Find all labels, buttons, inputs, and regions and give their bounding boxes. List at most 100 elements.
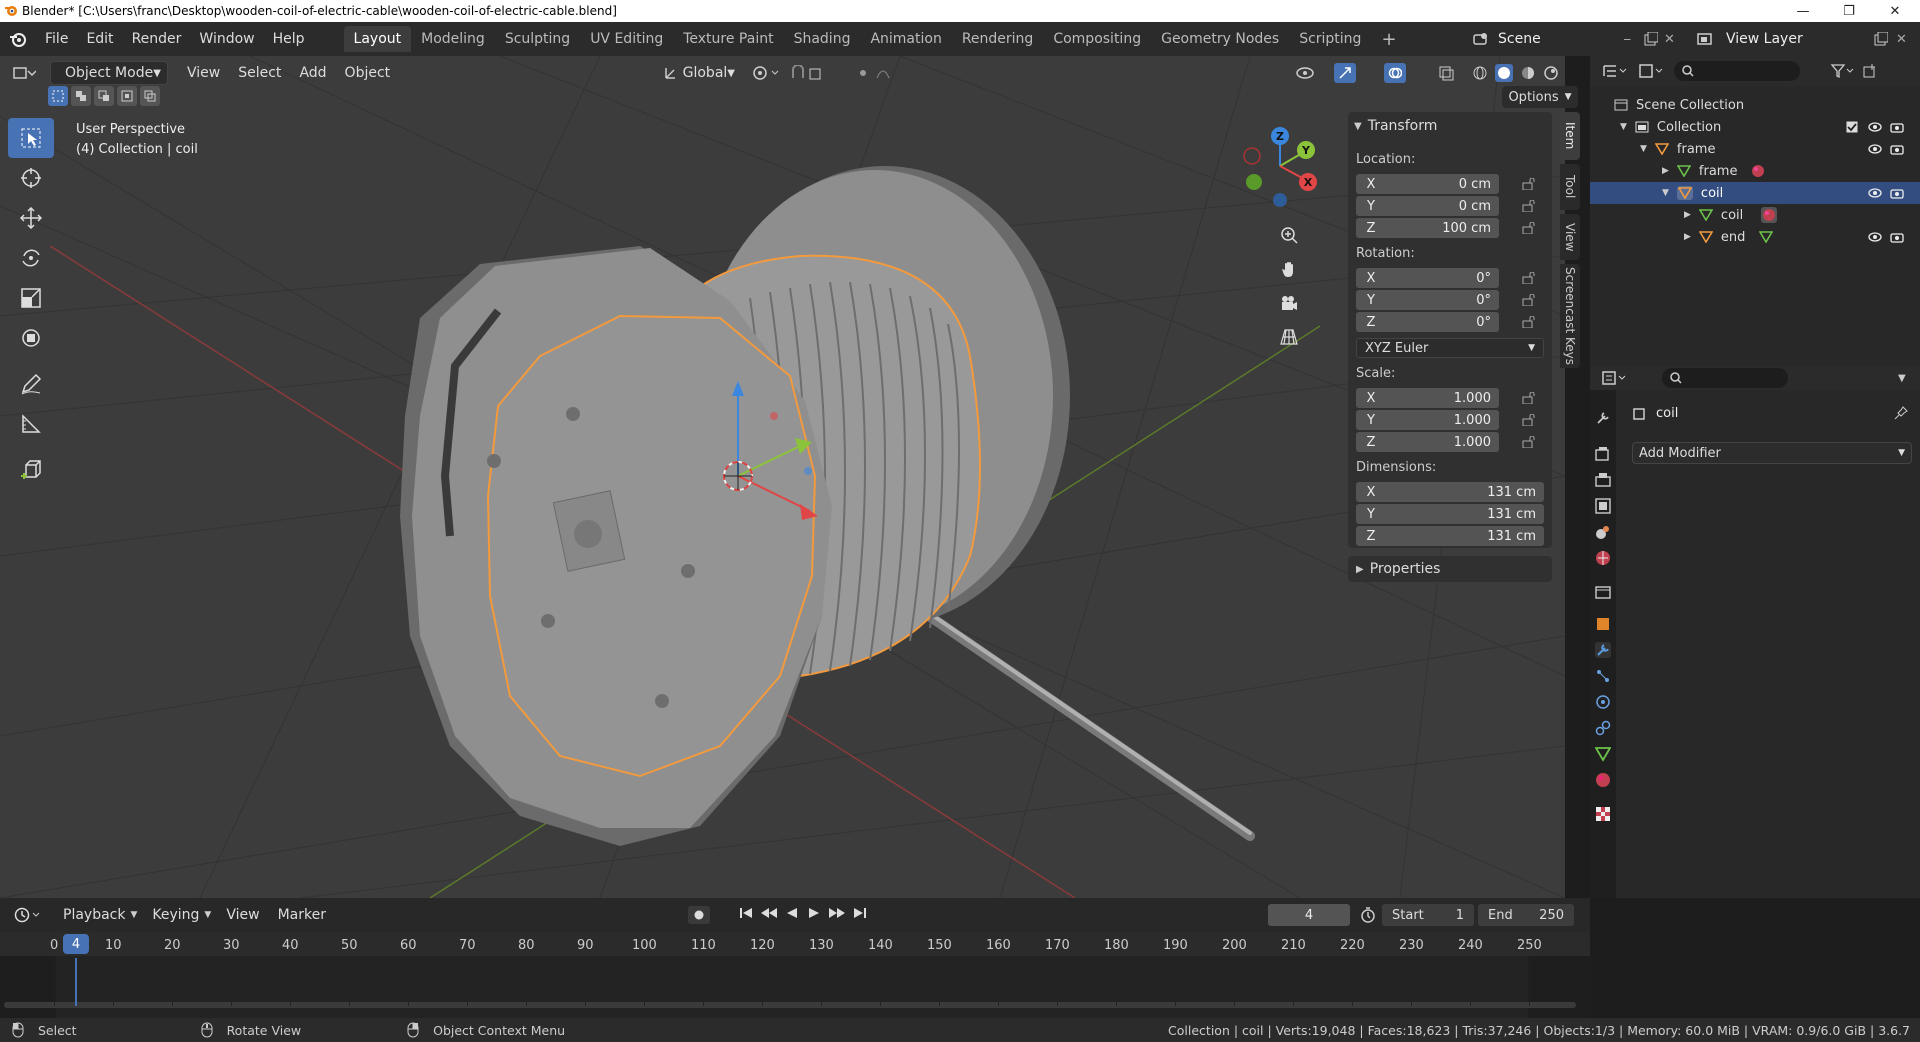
remove-view-layer-icon[interactable]: ✕ — [1896, 32, 1907, 47]
play-icon[interactable] — [806, 906, 822, 920]
chevron-down-icon[interactable]: ▼ — [1898, 373, 1906, 384]
restore-button[interactable]: ❐ — [1826, 0, 1872, 22]
tab-tool[interactable]: Tool — [1560, 164, 1580, 210]
pin-icon[interactable] — [1894, 406, 1908, 420]
display-mode-icon[interactable] — [1638, 63, 1664, 79]
new-collection-icon[interactable] — [1862, 63, 1878, 79]
scale-z-field[interactable]: Z 1.000 — [1356, 432, 1499, 452]
tab-compositing[interactable]: Compositing — [1043, 26, 1151, 52]
data-tab-icon[interactable] — [1595, 746, 1611, 762]
properties-editor-icon[interactable] — [1602, 371, 1628, 385]
rotation-y-field[interactable]: Y 0° — [1356, 290, 1499, 310]
lock-icon[interactable] — [1522, 222, 1536, 234]
tool-scale[interactable] — [8, 278, 54, 318]
wireframe-shading-icon[interactable] — [1472, 65, 1488, 81]
outliner-search-input[interactable] — [1674, 61, 1800, 81]
dimension-z-field[interactable]: Z 131 cm — [1356, 526, 1544, 546]
output-tab-icon[interactable] — [1595, 472, 1611, 488]
minimize-button[interactable]: — — [1780, 0, 1826, 22]
new-view-layer-icon[interactable] — [1874, 32, 1888, 46]
location-x-field[interactable]: X0 cm — [1356, 174, 1499, 194]
tool-cursor[interactable] — [8, 158, 54, 198]
tab-uv-editing[interactable]: UV Editing — [580, 26, 673, 52]
select-mode-group[interactable] — [48, 86, 160, 106]
scale-x-field[interactable]: X 1.000 — [1356, 388, 1499, 408]
close-button[interactable]: ✕ — [1872, 0, 1918, 22]
chevron-down-icon[interactable]: ▼ — [1662, 188, 1669, 198]
jump-keyframe-forward-icon[interactable] — [828, 906, 846, 920]
timer-icon[interactable] — [1360, 907, 1376, 923]
gizmo-toggle-icon[interactable] — [1334, 63, 1356, 83]
dimension-y-field[interactable]: Y 131 cm — [1356, 504, 1544, 524]
tool-transform[interactable] — [8, 318, 54, 358]
menu-window[interactable]: Window — [190, 31, 263, 47]
scene-selector[interactable]: Scene ⎯ ✕ — [1468, 27, 1678, 51]
current-frame-field[interactable]: 4 — [1268, 904, 1350, 926]
render-camera-icon[interactable] — [1890, 187, 1904, 199]
physics-tab-icon[interactable] — [1595, 694, 1611, 710]
location-y-field[interactable]: Y0 cm — [1356, 196, 1499, 216]
tab-geometry-nodes[interactable]: Geometry Nodes — [1151, 26, 1289, 52]
end-frame-field[interactable]: End 250 — [1478, 904, 1574, 926]
orientation-dropdown[interactable]: Global ▼ — [655, 61, 743, 85]
chevron-down-icon[interactable]: ▼ — [1640, 144, 1647, 154]
menu-view[interactable]: View — [178, 65, 229, 81]
render-camera-icon[interactable] — [1890, 231, 1904, 243]
properties-section-header[interactable]: ▶ Properties — [1348, 556, 1552, 582]
outliner-row-scene-collection[interactable]: Scene Collection — [1590, 94, 1920, 116]
tab-item[interactable]: Item — [1560, 112, 1580, 160]
menu-marker[interactable]: Marker — [269, 907, 335, 923]
editor-type-icon[interactable] — [12, 65, 36, 81]
menu-timeline-view[interactable]: View — [217, 907, 268, 923]
navigation-gizmo[interactable]: Z Y X — [1230, 120, 1320, 345]
blender-menu-icon[interactable] — [0, 31, 36, 47]
zoom-button[interactable] — [1272, 218, 1306, 252]
menu-playback[interactable]: Playback — [54, 907, 134, 923]
snap-icon[interactable] — [790, 65, 830, 81]
pin-icon[interactable]: ⎯ — [1624, 32, 1631, 47]
chevron-right-icon[interactable]: ▶ — [1662, 166, 1669, 176]
rotation-mode-dropdown[interactable]: XYZ Euler ▼ — [1356, 338, 1544, 358]
modifier-tab-icon[interactable] — [1595, 642, 1611, 658]
eye-icon[interactable] — [1868, 144, 1882, 154]
xray-icon[interactable] — [1438, 65, 1454, 81]
timeline-scrollbar[interactable] — [4, 1002, 1576, 1008]
overlays-toggle-icon[interactable] — [1384, 63, 1406, 83]
collection-tab-icon[interactable] — [1595, 584, 1611, 600]
select-new-icon[interactable] — [48, 86, 68, 106]
3d-viewport[interactable] — [0, 56, 1565, 898]
cable-strand[interactable] — [895, 591, 1255, 841]
select-subtract-icon[interactable] — [94, 86, 114, 106]
shading-mode-group[interactable] — [1468, 63, 1562, 83]
playhead[interactable]: 4 — [63, 934, 89, 954]
tab-rendering[interactable]: Rendering — [952, 26, 1044, 52]
rotation-x-field[interactable]: X 0° — [1356, 268, 1499, 288]
lock-icon[interactable] — [1522, 200, 1536, 212]
ortho-toggle-button[interactable] — [1272, 320, 1306, 354]
tab-modeling[interactable]: Modeling — [411, 26, 495, 52]
eye-icon[interactable] — [1868, 232, 1882, 242]
auto-keying-button[interactable] — [688, 906, 710, 924]
solid-shading-icon[interactable] — [1494, 64, 1513, 82]
texture-tab-icon[interactable] — [1595, 806, 1611, 822]
outliner-editor-icon[interactable] — [1602, 63, 1628, 79]
start-frame-field[interactable]: Start 1 — [1382, 904, 1474, 926]
tool-select-box[interactable] — [8, 118, 54, 158]
menu-help[interactable]: Help — [264, 31, 314, 47]
rendered-shading-icon[interactable] — [1543, 65, 1559, 81]
outliner-row-coil[interactable]: ▼ coil — [1590, 182, 1920, 204]
material-tab-icon[interactable] — [1595, 772, 1611, 788]
select-intersect-icon[interactable] — [140, 86, 160, 106]
eye-icon[interactable] — [1868, 188, 1882, 198]
outliner-row-frame-mesh[interactable]: ▶ frame — [1590, 160, 1920, 182]
lock-icon[interactable] — [1522, 436, 1536, 448]
remove-scene-icon[interactable]: ✕ — [1664, 32, 1675, 47]
outliner-row-coil-mesh[interactable]: ▶ coil — [1590, 204, 1920, 226]
tool-tab-icon[interactable] — [1595, 410, 1611, 426]
add-modifier-dropdown[interactable]: Add Modifier ▼ — [1632, 442, 1912, 464]
material-shading-icon[interactable] — [1520, 65, 1536, 81]
lock-icon[interactable] — [1522, 178, 1536, 190]
tab-layout[interactable]: Layout — [343, 26, 412, 52]
chevron-right-icon[interactable]: ▶ — [1684, 210, 1691, 220]
tab-screencast-keys[interactable]: Screencast Keys — [1560, 264, 1580, 368]
